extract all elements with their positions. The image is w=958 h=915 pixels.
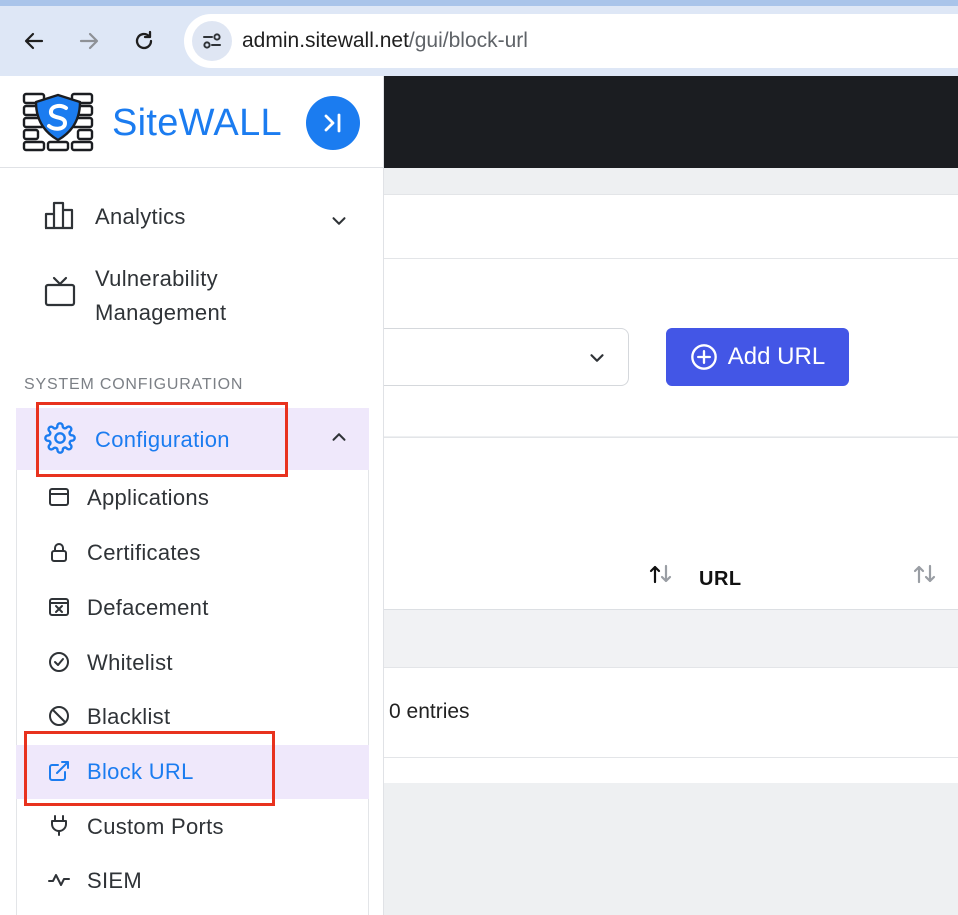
app-header [384, 76, 958, 168]
plug-icon [51, 815, 67, 836]
browser-toolbar: admin.sitewall.net/gui/block-url [0, 6, 958, 76]
submenu-item-siem[interactable]: SIEM [16, 854, 369, 908]
submenu-item-custom-ports[interactable]: Custom Ports [16, 800, 369, 854]
highlight-box-configuration [36, 402, 288, 477]
entries-count: 0 entries [389, 700, 470, 723]
submenu-item-label: Custom Ports [87, 814, 224, 839]
submenu-item-label: SIEM [87, 868, 142, 893]
submenu-item-label: Applications [87, 485, 210, 510]
tv-icon [44, 276, 76, 307]
card-divider [384, 258, 958, 259]
chevron-down-icon [590, 354, 604, 362]
bar-chart-icon [44, 201, 74, 230]
submenu-item-certificates[interactable]: Certificates [16, 527, 369, 581]
url-path: /gui/block-url [408, 29, 528, 52]
arrow-right-icon [79, 32, 99, 50]
submenu-item-whitelist[interactable]: Whitelist [16, 636, 369, 690]
sitewall-logo-icon [22, 92, 94, 152]
card-footer [384, 757, 958, 783]
reload-icon [135, 30, 153, 50]
table-empty-row [384, 610, 958, 668]
tune-icon [203, 33, 221, 49]
brand-name: SiteWALL [112, 102, 282, 144]
url-host: admin.sitewall.net [242, 29, 409, 52]
back-button[interactable] [17, 24, 51, 58]
submenu-item-label: Certificates [87, 540, 201, 565]
toolbar-card [384, 194, 958, 436]
submenu-item-applications[interactable]: Applications [16, 472, 369, 526]
sort-icon[interactable] [912, 563, 938, 585]
forward-button[interactable] [72, 24, 106, 58]
add-url-button[interactable]: Add URL [666, 328, 849, 386]
column-header-url[interactable]: URL [699, 568, 742, 591]
x-box-icon [49, 598, 69, 616]
sidebar-item-label: Analytics [95, 204, 186, 229]
add-url-label: Add URL [727, 343, 826, 370]
submenu-item-label: Whitelist [87, 650, 173, 675]
submenu-item-defacement[interactable]: Defacement [16, 581, 369, 635]
submenu-item-label: Defacement [87, 595, 209, 620]
sort-icon[interactable] [648, 563, 674, 585]
plus-circle-icon [690, 344, 717, 370]
chevron-up-icon [332, 433, 346, 441]
ban-icon [49, 706, 69, 726]
highlight-box-block-url [24, 731, 275, 806]
site-info-button[interactable] [192, 21, 232, 61]
url-text: admin.sitewall.net/gui/block-url [242, 29, 528, 53]
sidebar-item-vulnerability-management[interactable]: Vulnerability Management [0, 260, 384, 330]
submenu-item-label: Blacklist [87, 704, 171, 729]
activity-icon [48, 874, 70, 886]
sidebar-item-label-line1: Vulnerability [95, 266, 218, 291]
reload-button[interactable] [127, 24, 161, 58]
brand-header: SiteWALL [0, 76, 384, 168]
sidebar-item-analytics[interactable]: Analytics [0, 194, 384, 244]
check-circle-icon [49, 652, 69, 672]
collapse-right-icon [324, 113, 341, 133]
section-title: SYSTEM CONFIGURATION [24, 376, 244, 393]
lock-icon [51, 543, 67, 562]
window-icon [49, 488, 69, 506]
sidebar-toggle-button[interactable] [306, 96, 360, 150]
application-select[interactable] [384, 328, 629, 386]
arrow-left-icon [24, 32, 44, 50]
sidebar-item-label-line2: Management [95, 300, 227, 325]
chevron-down-icon [332, 217, 346, 225]
address-bar[interactable]: admin.sitewall.net/gui/block-url [184, 14, 958, 68]
